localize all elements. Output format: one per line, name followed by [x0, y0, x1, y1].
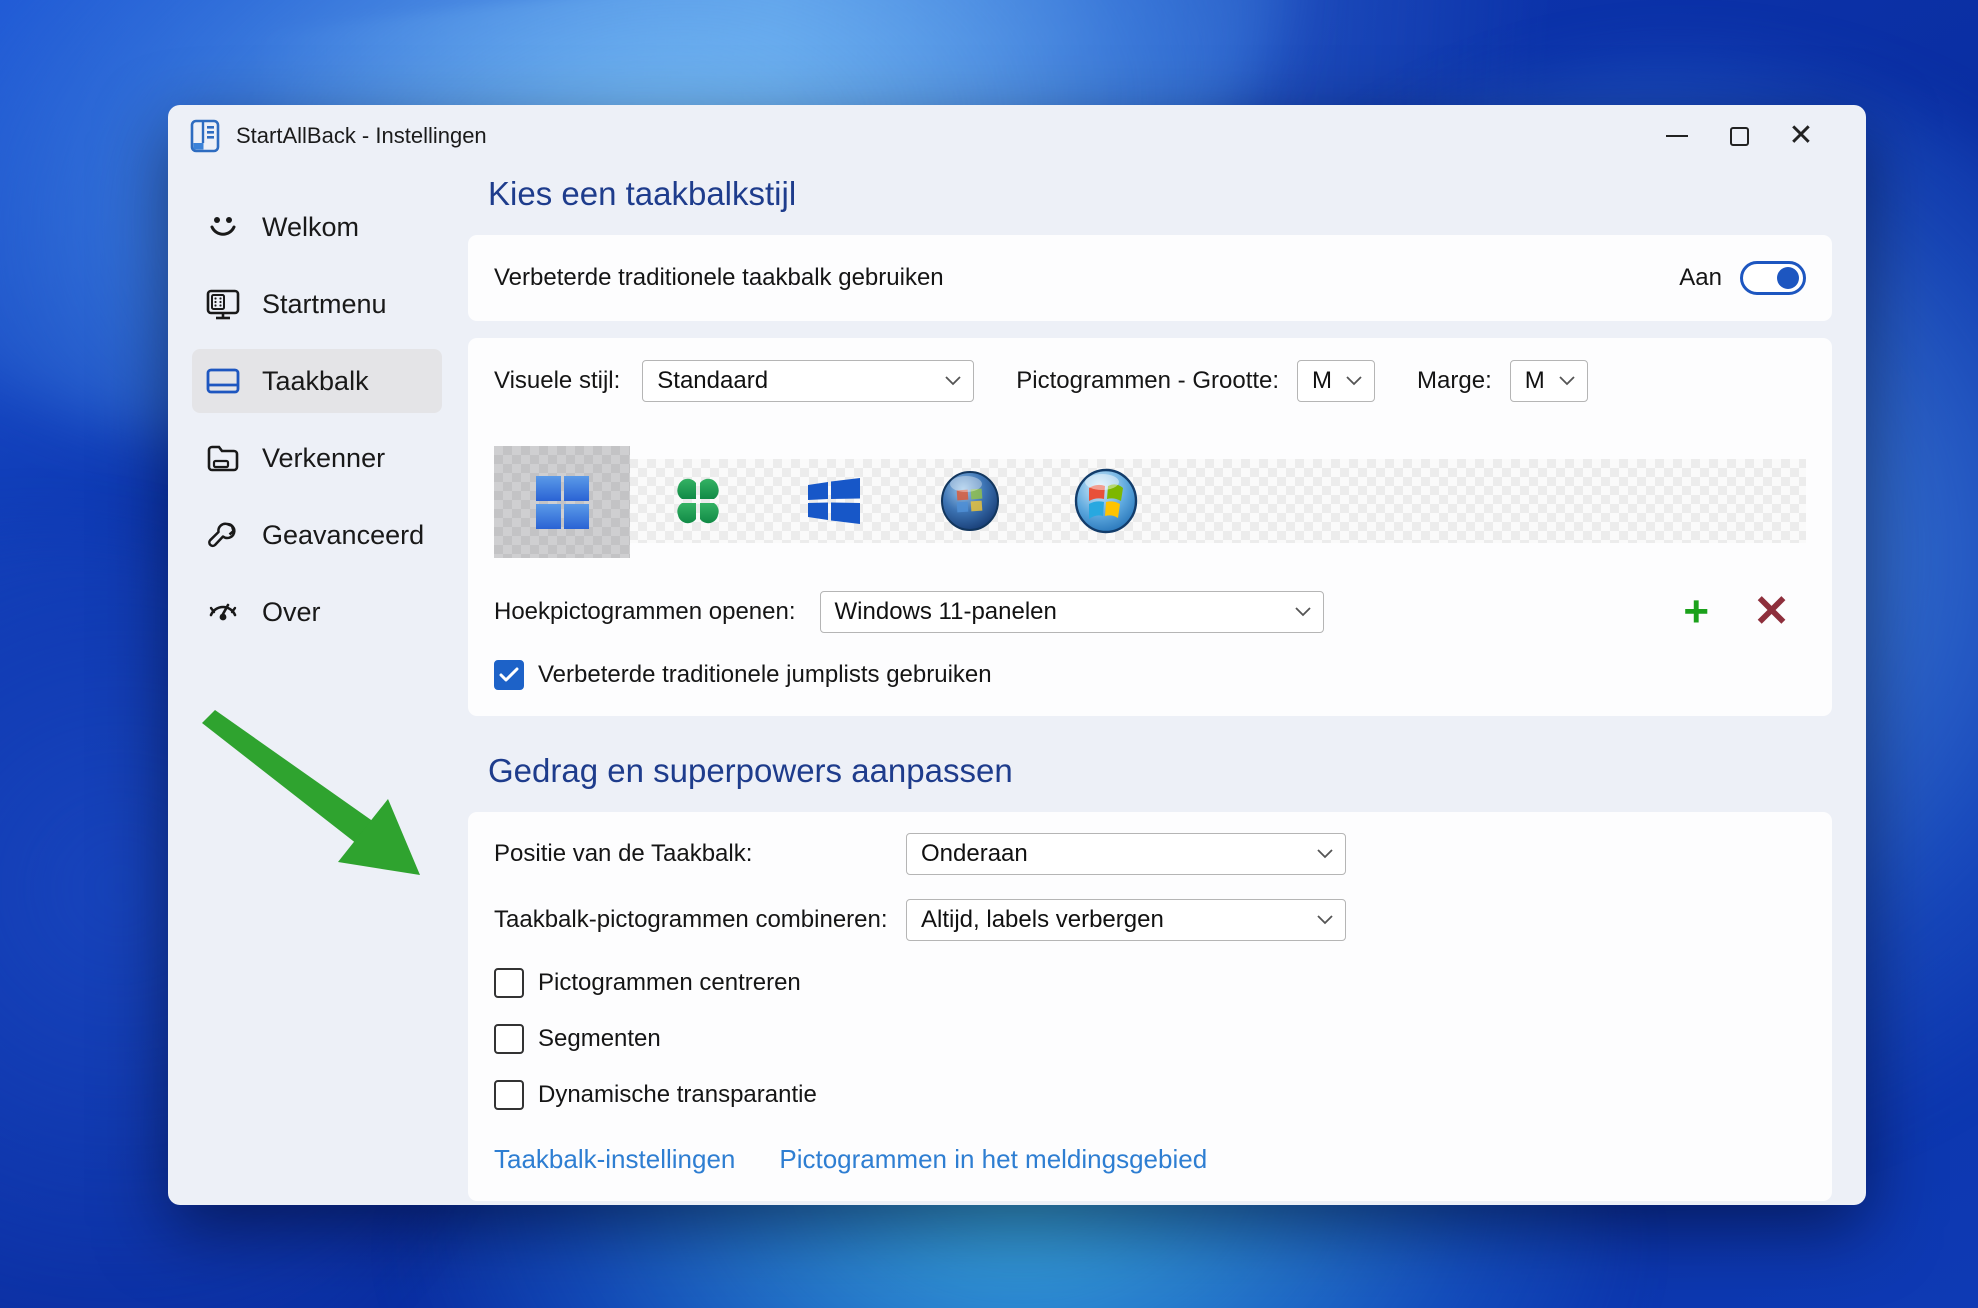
- folder-icon: [206, 441, 240, 475]
- windows-11-logo-icon: [533, 473, 591, 531]
- startallback-app-icon: [190, 119, 222, 153]
- enhanced-taskbar-label: Verbeterde traditionele taakbalk gebruik…: [494, 264, 944, 292]
- combine-icons-select[interactable]: Altijd, labels verbergen: [906, 899, 1346, 941]
- style-option-windows-11[interactable]: [494, 446, 630, 558]
- startallback-settings-window: StartAllBack - Instellingen ✕ Welkom: [168, 105, 1866, 1205]
- wrench-icon: [206, 518, 240, 552]
- visual-style-select[interactable]: Standaard: [642, 360, 974, 402]
- sidebar: Welkom Startmenu: [168, 167, 466, 1205]
- minimize-icon: [1666, 135, 1688, 137]
- dynamic-transparency-row[interactable]: Dynamische transparantie: [494, 1080, 1806, 1110]
- style-options-strip: [494, 446, 1806, 558]
- sidebar-item-welkom[interactable]: Welkom: [192, 195, 442, 259]
- chevron-down-icon: [1317, 915, 1333, 925]
- center-icons-checkbox[interactable]: [494, 968, 524, 998]
- settings-main-panel: Kies een taakbalkstijl Verbeterde tradit…: [466, 167, 1866, 1205]
- taskbar-position-row: Positie van de Taakbalk: Onderaan: [494, 832, 1806, 876]
- notification-area-icons-link[interactable]: Pictogrammen in het meldingsgebied: [779, 1144, 1207, 1175]
- behavior-card: Positie van de Taakbalk: Onderaan Taakba…: [468, 812, 1832, 1201]
- behavior-section-heading: Gedrag en superpowers aanpassen: [488, 752, 1832, 790]
- segments-checkbox[interactable]: [494, 1024, 524, 1054]
- chevron-down-icon: [1346, 376, 1362, 386]
- chevron-down-icon: [1559, 376, 1575, 386]
- minimize-button[interactable]: [1646, 110, 1708, 162]
- visual-style-label: Visuele stijl:: [494, 367, 620, 395]
- sidebar-item-label: Welkom: [262, 212, 359, 243]
- taskbar-position-label: Positie van de Taakbalk:: [494, 840, 752, 868]
- remove-style-button[interactable]: ✕: [1753, 590, 1790, 634]
- annotation-arrow: [198, 707, 443, 882]
- style-option-windows-7[interactable]: [1038, 459, 1174, 543]
- margin-select[interactable]: M: [1510, 360, 1588, 402]
- check-icon: [499, 667, 519, 683]
- toggle-knob: [1777, 267, 1799, 289]
- style-option-clover[interactable]: [630, 459, 766, 543]
- windows-8-logo-icon: [806, 477, 862, 525]
- close-button[interactable]: ✕: [1770, 110, 1832, 162]
- margin-label: Marge:: [1417, 367, 1492, 395]
- sidebar-item-label: Over: [262, 597, 321, 628]
- windows-7-orb-icon: [1074, 468, 1138, 534]
- sidebar-item-verkenner[interactable]: Verkenner: [192, 426, 442, 490]
- sidebar-item-label: Verkenner: [262, 443, 385, 474]
- jumplists-checkbox-row[interactable]: Verbeterde traditionele jumplists gebrui…: [494, 660, 1806, 690]
- sidebar-item-label: Geavanceerd: [262, 520, 424, 551]
- smiley-icon: [206, 210, 240, 244]
- sidebar-item-label: Startmenu: [262, 289, 387, 320]
- style-section-heading: Kies een taakbalkstijl: [488, 175, 1832, 213]
- icon-size-label: Pictogrammen - Grootte:: [1016, 367, 1279, 395]
- add-style-button[interactable]: +: [1683, 590, 1709, 634]
- chevron-down-icon: [1317, 849, 1333, 859]
- style-option-windows-vista[interactable]: [902, 459, 1038, 543]
- maximize-icon: [1730, 127, 1749, 146]
- maximize-button[interactable]: [1708, 110, 1770, 162]
- sidebar-item-label: Taakbalk: [262, 366, 369, 397]
- chevron-down-icon: [945, 376, 961, 386]
- sidebar-item-startmenu[interactable]: Startmenu: [192, 272, 442, 336]
- jumplists-checkbox-label: Verbeterde traditionele jumplists gebrui…: [538, 661, 992, 689]
- combine-icons-label: Taakbalk-pictogrammen combineren:: [494, 906, 888, 934]
- windows-vista-orb-icon: [940, 470, 1000, 532]
- style-option-windows-8[interactable]: [766, 459, 902, 543]
- sidebar-item-over[interactable]: Over: [192, 580, 442, 644]
- enhanced-taskbar-card: Verbeterde traditionele taakbalk gebruik…: [468, 235, 1832, 321]
- corner-icons-select[interactable]: Windows 11-panelen: [820, 591, 1324, 633]
- gauge-icon: [206, 595, 240, 629]
- segments-row[interactable]: Segmenten: [494, 1024, 1806, 1054]
- taskbar-settings-link[interactable]: Taakbalk-instellingen: [494, 1144, 735, 1175]
- desktop-wallpaper: StartAllBack - Instellingen ✕ Welkom: [0, 0, 1978, 1308]
- sidebar-item-geavanceerd[interactable]: Geavanceerd: [192, 503, 442, 567]
- taskbar-style-card: Visuele stijl: Standaard Pictogrammen - …: [468, 338, 1832, 716]
- jumplists-checkbox[interactable]: [494, 660, 524, 690]
- chevron-down-icon: [1295, 607, 1311, 617]
- close-icon: ✕: [1788, 121, 1813, 151]
- center-icons-row[interactable]: Pictogrammen centreren: [494, 968, 1806, 998]
- taskbar-position-select[interactable]: Onderaan: [906, 833, 1346, 875]
- corner-icons-label: Hoekpictogrammen openen:: [494, 598, 796, 626]
- window-controls: ✕: [1646, 110, 1866, 162]
- enhanced-taskbar-toggle[interactable]: [1740, 261, 1806, 295]
- taskbar-icon: [206, 364, 240, 398]
- icon-size-select[interactable]: M: [1297, 360, 1375, 402]
- dynamic-transparency-checkbox[interactable]: [494, 1080, 524, 1110]
- toggle-state-label: Aan: [1679, 264, 1722, 292]
- combine-icons-row: Taakbalk-pictogrammen combineren: Altijd…: [494, 898, 1806, 942]
- window-title: StartAllBack - Instellingen: [236, 123, 487, 149]
- titlebar[interactable]: StartAllBack - Instellingen ✕: [168, 105, 1866, 167]
- sidebar-item-taakbalk[interactable]: Taakbalk: [192, 349, 442, 413]
- clover-logo-icon: [672, 475, 724, 527]
- startmenu-icon: [206, 287, 240, 321]
